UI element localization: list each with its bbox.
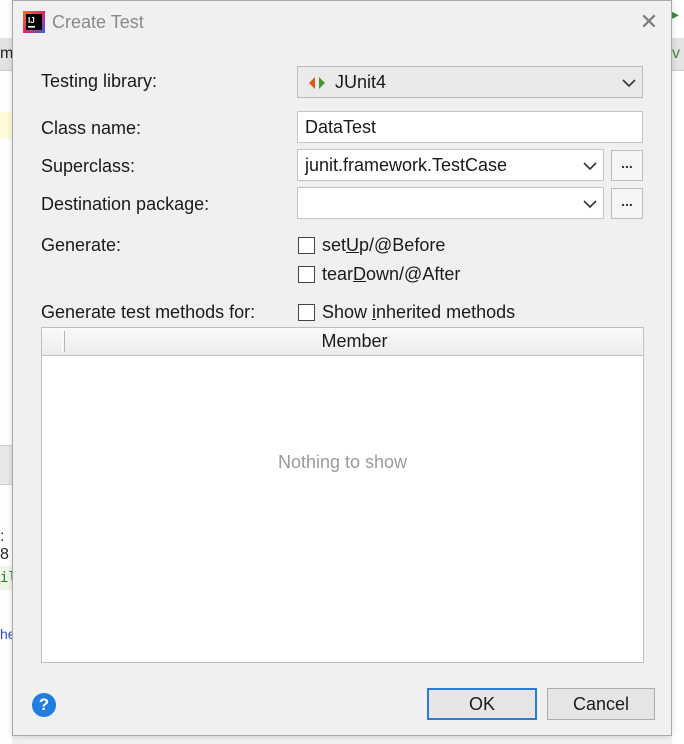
show-inherited-label[interactable]: Show inherited methods [322, 302, 515, 323]
ide-link-fragment: he [0, 626, 12, 642]
setup-before-checkbox[interactable] [298, 237, 315, 254]
empty-state-text: Nothing to show [277, 452, 408, 472]
dialog-title: Create Test [52, 12, 144, 32]
show-inherited-checkbox[interactable] [298, 304, 315, 321]
show-inherited-label-part: nherited methods [376, 302, 516, 322]
setup-before-label-part: p/@Before [359, 235, 446, 255]
teardown-after-label[interactable]: tearDown/@After [322, 264, 460, 285]
ide-tabbar-fragment: m [0, 38, 12, 71]
teardown-after-checkbox[interactable] [298, 266, 315, 283]
teardown-after-label-part: tear [322, 264, 354, 284]
ide-background-right [672, 0, 684, 744]
superclass-label: Superclass: [41, 156, 136, 176]
cancel-button[interactable]: Cancel [547, 688, 655, 720]
testing-library-select[interactable]: JUnit4 [297, 66, 643, 98]
class-name-label: Class name: [41, 118, 142, 138]
ide-highlight-line [0, 112, 12, 138]
column-divider [62, 331, 63, 352]
testing-library-label: Testing library: [41, 71, 158, 91]
help-icon[interactable]: ? [32, 693, 56, 717]
ide-panel-header [0, 445, 12, 485]
superclass-browse-button[interactable]: ... [611, 150, 643, 181]
chevron-down-icon[interactable] [583, 161, 597, 171]
junit-icon [309, 77, 325, 89]
show-inherited-label-part: Show [322, 302, 373, 322]
intellij-idea-icon: IJ [23, 11, 45, 33]
ide-run-icon: ▸ [672, 6, 680, 22]
ide-text-fragment: : 8 [0, 528, 9, 563]
teardown-after-mnemonic: D [353, 264, 367, 284]
chevron-down-icon[interactable] [583, 199, 597, 209]
destination-package-label: Destination package: [41, 194, 210, 214]
destination-package-combo[interactable] [297, 187, 604, 219]
class-name-input[interactable]: DataTest [297, 111, 643, 143]
superclass-combo[interactable]: junit.framework.TestCase [297, 149, 604, 181]
testing-library-value: JUnit4 [335, 72, 387, 92]
generate-methods-label: Generate test methods for: [41, 302, 256, 322]
generate-label: Generate: [41, 235, 122, 255]
superclass-value: junit.framework.TestCase [305, 155, 508, 175]
members-table-header: Member [42, 328, 643, 356]
setup-before-label-part: set [322, 235, 347, 255]
svg-text:IJ: IJ [28, 16, 35, 25]
setup-before-mnemonic: U [346, 235, 360, 255]
destination-package-browse-button[interactable]: ... [611, 188, 643, 219]
ide-right-fragment: v [672, 38, 684, 71]
create-test-dialog: IJ Create Test ✕ Testing library: JUnit4… [12, 0, 672, 736]
ok-button[interactable]: OK [427, 688, 537, 720]
members-table[interactable]: Member Nothing to show [41, 327, 644, 663]
chevron-down-icon [622, 79, 636, 88]
setup-before-label[interactable]: setUp/@Before [322, 235, 445, 256]
ide-code-fragment: il [0, 566, 12, 590]
dialog-titlebar[interactable]: IJ Create Test ✕ [13, 1, 671, 45]
close-icon[interactable]: ✕ [637, 9, 661, 35]
column-divider[interactable] [64, 331, 65, 352]
teardown-after-label-part: own/@After [366, 264, 461, 284]
member-column-header[interactable]: Member [66, 328, 643, 355]
